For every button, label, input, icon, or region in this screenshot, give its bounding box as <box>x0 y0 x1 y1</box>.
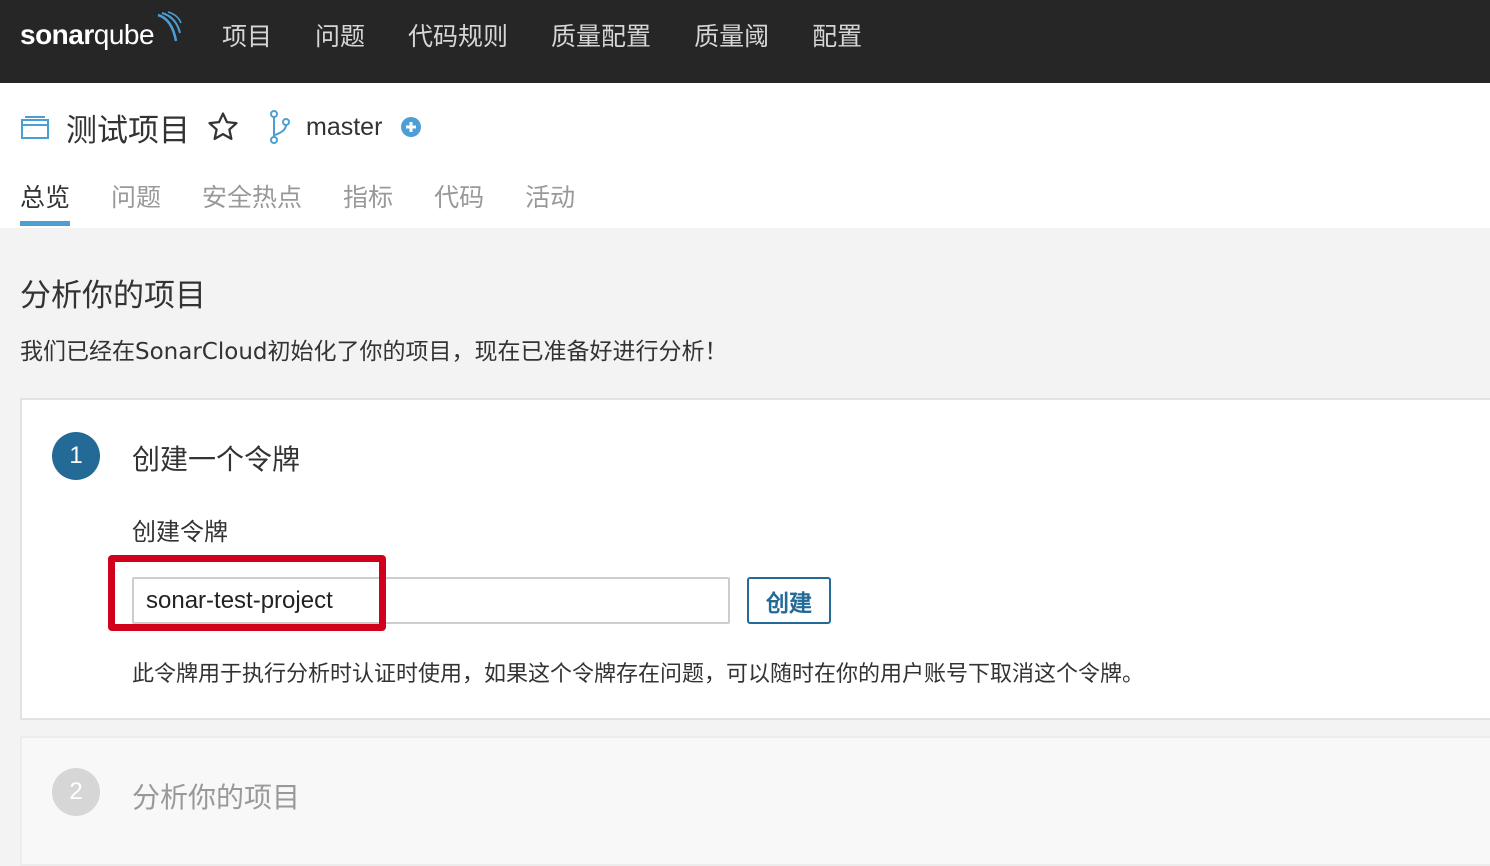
token-label: 创建令牌 <box>132 518 228 546</box>
step-title: 分析你的项目 <box>132 781 301 814</box>
project-title-row: 测试项目 master <box>20 105 422 149</box>
project-tab[interactable]: 总览 <box>20 178 71 226</box>
topnav-item[interactable]: 代码规则 <box>408 17 508 53</box>
sonarqube-logo[interactable]: sonar qube <box>20 10 182 60</box>
step-number-badge: 1 <box>52 432 100 480</box>
project-tabs: 总览 问题 安全热点 指标 代码 活动 <box>20 178 616 228</box>
step-1-card: 1 创建一个令牌 创建令牌 创建 此令牌用于执行分析时认证时使用，如果这个令牌存… <box>20 398 1490 720</box>
project-icon <box>21 116 49 139</box>
topnav-item[interactable]: 配置 <box>812 17 862 53</box>
branch-icon <box>270 110 290 144</box>
branch-name[interactable]: master <box>306 113 382 142</box>
create-token-button[interactable]: 创建 <box>747 577 831 624</box>
project-tab[interactable]: 问题 <box>111 178 161 226</box>
main-menu: 项目 问题 代码规则 质量配置 质量阈 配置 <box>222 0 905 70</box>
project-header: 测试项目 master 总览 问题 安全热点 指标 代码 活动 <box>0 83 1490 228</box>
page-title: 分析你的项目 <box>20 278 206 314</box>
project-tab[interactable]: 指标 <box>343 178 393 226</box>
topnav-item[interactable]: 问题 <box>315 17 365 53</box>
step-number-badge: 2 <box>52 768 100 816</box>
page-subtitle: 我们已经在SonarCloud初始化了你的项目，现在已准备好进行分析！ <box>20 339 728 365</box>
project-tab[interactable]: 活动 <box>525 178 575 226</box>
project-tab[interactable]: 代码 <box>434 178 484 226</box>
token-help-text: 此令牌用于执行分析时认证时使用，如果这个令牌存在问题，可以随时在你的用户账号下取… <box>132 662 1145 687</box>
add-branch-plus-icon[interactable] <box>400 116 422 138</box>
token-name-input[interactable] <box>132 577 730 624</box>
topnav-item[interactable]: 项目 <box>222 17 272 53</box>
favorite-star-icon[interactable] <box>206 110 240 144</box>
topnav-item[interactable]: 质量阈 <box>694 17 769 53</box>
top-navigation-bar: sonar qube 项目 问题 代码规则 质量配置 质量阈 配置 <box>0 0 1490 83</box>
step-title: 创建一个令牌 <box>132 443 301 476</box>
step-2-card: 2 分析你的项目 <box>20 736 1490 866</box>
logo-waves-icon <box>157 11 182 42</box>
logo-text-qube: qube <box>93 19 155 50</box>
logo-text-sonar: sonar <box>20 19 94 50</box>
topnav-item[interactable]: 质量配置 <box>551 17 651 53</box>
project-tab[interactable]: 安全热点 <box>202 178 302 226</box>
project-name[interactable]: 测试项目 <box>66 105 190 150</box>
